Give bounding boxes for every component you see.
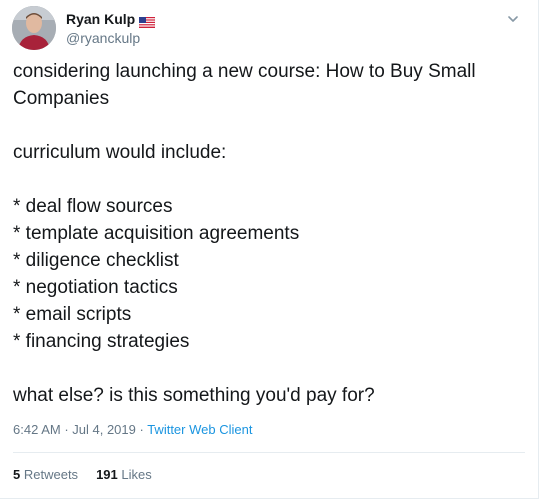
- divider: [13, 452, 525, 453]
- retweets-count: 5: [13, 467, 21, 482]
- tweet-line: [13, 355, 523, 382]
- handle[interactable]: @ryanckulp: [66, 29, 155, 47]
- tweet-meta: 6:42 AM · Jul 4, 2019 · Twitter Web Clie…: [13, 421, 252, 439]
- likes-stat[interactable]: 191 Likes: [96, 466, 152, 484]
- likes-label: Likes: [121, 467, 152, 482]
- tweet-line: * financing strategies: [13, 331, 190, 352]
- us-flag-icon: [138, 14, 156, 28]
- display-name[interactable]: Ryan Kulp: [66, 10, 135, 28]
- tweet-date[interactable]: Jul 4, 2019: [72, 422, 136, 437]
- tweet-line: * negotiation tactics: [13, 277, 178, 298]
- tweet-client-link[interactable]: Twitter Web Client: [147, 422, 252, 437]
- tweet-line: * deal flow sources: [13, 196, 173, 217]
- author-names: Ryan Kulp @ryanckulp: [66, 10, 156, 47]
- tweet-line: * diligence checklist: [13, 250, 179, 271]
- tweet-line: Companies: [13, 88, 110, 109]
- tweet-line: what else? is this something you'd pay f…: [13, 385, 375, 406]
- tweet-line: * email scripts: [13, 304, 132, 325]
- tweet-line: [13, 166, 523, 193]
- chevron-down-icon[interactable]: [506, 12, 520, 26]
- tweet-text: considering launching a new course: How …: [13, 58, 523, 409]
- retweets-stat[interactable]: 5 Retweets: [13, 466, 78, 484]
- tweet-stats: 5 Retweets 191 Likes: [13, 466, 152, 484]
- author-name-row: Ryan Kulp: [66, 10, 156, 28]
- tweet-line: curriculum would include:: [13, 142, 227, 163]
- tweet-header: Ryan Kulp @ryanckulp: [12, 6, 526, 52]
- tweet-line: considering launching a new course: How …: [13, 61, 476, 82]
- retweets-label: Retweets: [23, 467, 79, 482]
- tweet-line: [13, 112, 523, 139]
- meta-separator: ·: [60, 422, 73, 437]
- tweet-time[interactable]: 6:42 AM: [13, 422, 61, 437]
- avatar[interactable]: [12, 6, 56, 50]
- tweet-card: Ryan Kulp @ryanckulp considering launchi…: [0, 0, 539, 499]
- tweet-line: * template acquisition agreements: [13, 223, 300, 244]
- likes-count: 191: [96, 467, 118, 482]
- meta-separator: ·: [135, 422, 148, 437]
